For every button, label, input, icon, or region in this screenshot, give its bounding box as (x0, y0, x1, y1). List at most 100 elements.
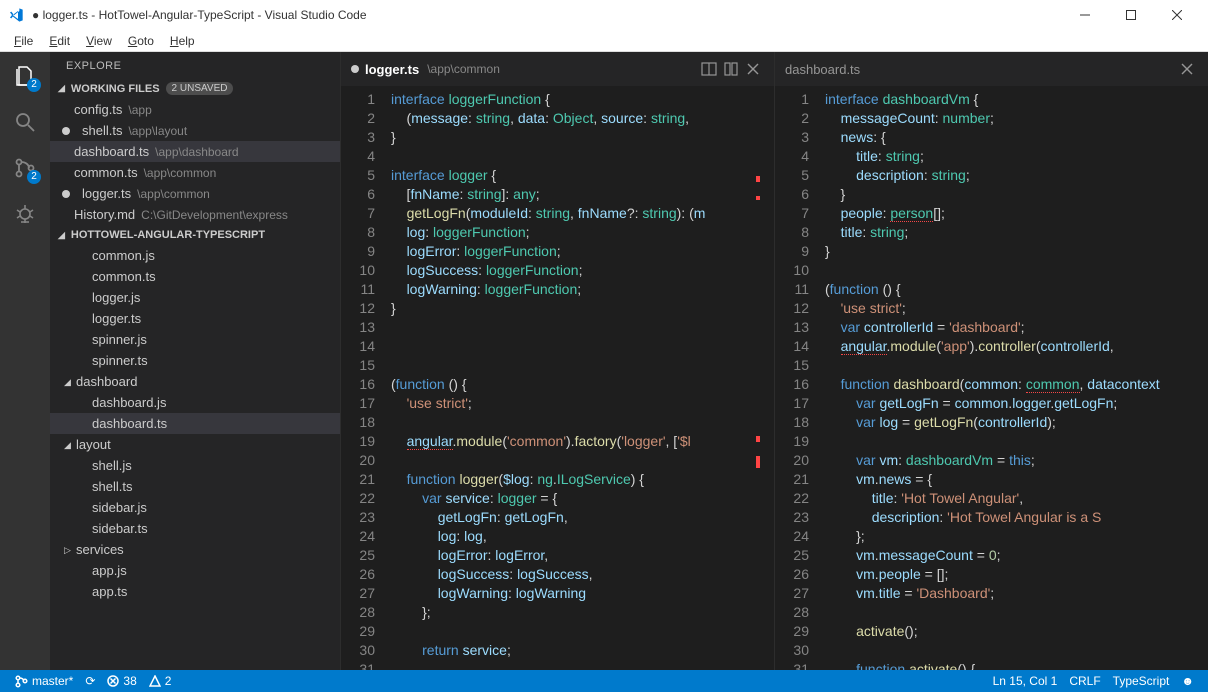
menu-file[interactable]: File (6, 34, 41, 48)
minimap[interactable] (760, 86, 774, 670)
tab-dashboard[interactable]: dashboard.ts (785, 62, 860, 77)
code-line[interactable]: 12} (341, 299, 705, 318)
code-line[interactable]: 29 activate(); (775, 622, 1160, 641)
code-line[interactable]: 16(function () { (341, 375, 705, 394)
code-line[interactable]: 13 (341, 318, 705, 337)
code-line[interactable]: 30 (775, 641, 1160, 660)
code-line[interactable]: 27 vm.title = 'Dashboard'; (775, 584, 1160, 603)
code-editor-left[interactable]: 1interface loggerFunction {2 (message: s… (341, 86, 774, 670)
working-file-item[interactable]: logger.ts \app\common (50, 183, 340, 204)
split-editor-icon[interactable] (698, 58, 720, 80)
code-line[interactable]: 6 [fnName: string]: any; (341, 185, 705, 204)
file-item[interactable]: app.ts (50, 581, 340, 602)
explorer-icon[interactable]: 2 (11, 62, 39, 90)
status-branch[interactable]: master* (8, 674, 79, 688)
code-line[interactable]: 23 description: 'Hot Towel Angular is a … (775, 508, 1160, 527)
code-line[interactable]: 31 function activate() { (775, 660, 1160, 670)
working-file-item[interactable]: History.md C:\GitDevelopment\express (50, 204, 340, 225)
code-line[interactable]: 26 vm.people = []; (775, 565, 1160, 584)
folder-item[interactable]: ◢dashboard (50, 371, 340, 392)
project-header[interactable]: ◢ HOTTOWEL-ANGULAR-TYPESCRIPT (50, 225, 340, 245)
working-file-item[interactable]: dashboard.ts \app\dashboard (50, 141, 340, 162)
code-line[interactable]: 31 (341, 660, 705, 670)
code-line[interactable]: 13 var controllerId = 'dashboard'; (775, 318, 1160, 337)
code-line[interactable]: 19 angular.module('common').factory('log… (341, 432, 705, 451)
working-file-item[interactable]: shell.ts \app\layout (50, 120, 340, 141)
code-line[interactable]: 8 log: loggerFunction; (341, 223, 705, 242)
code-line[interactable]: 10 logSuccess: loggerFunction; (341, 261, 705, 280)
file-item[interactable]: sidebar.ts (50, 518, 340, 539)
code-line[interactable]: 20 (341, 451, 705, 470)
file-item[interactable]: logger.js (50, 287, 340, 308)
code-line[interactable]: 11(function () { (775, 280, 1160, 299)
compare-icon[interactable] (720, 58, 742, 80)
working-files-header[interactable]: ◢ WORKING FILES 2 UNSAVED (50, 78, 340, 99)
menu-help[interactable]: Help (162, 34, 203, 48)
code-line[interactable]: 4 title: string; (775, 147, 1160, 166)
code-line[interactable]: 22 var service: logger = { (341, 489, 705, 508)
status-language[interactable]: TypeScript (1107, 674, 1176, 688)
code-line[interactable]: 26 logSuccess: logSuccess, (341, 565, 705, 584)
code-line[interactable]: 14 (341, 337, 705, 356)
code-line[interactable]: 24 log: log, (341, 527, 705, 546)
code-line[interactable]: 15 (775, 356, 1160, 375)
code-line[interactable]: 22 title: 'Hot Towel Angular', (775, 489, 1160, 508)
file-item[interactable]: spinner.js (50, 329, 340, 350)
tab-logger[interactable]: logger.ts \app\common (351, 62, 500, 77)
code-line[interactable]: 11 logWarning: loggerFunction; (341, 280, 705, 299)
code-line[interactable]: 29 (341, 622, 705, 641)
code-line[interactable]: 12 'use strict'; (775, 299, 1160, 318)
code-line[interactable]: 20 var vm: dashboardVm = this; (775, 451, 1160, 470)
file-item[interactable]: shell.ts (50, 476, 340, 497)
status-warnings[interactable]: 2 (143, 674, 178, 688)
status-sync[interactable]: ⟳ (79, 674, 101, 688)
status-feedback-icon[interactable]: ☻ (1175, 674, 1200, 688)
code-line[interactable]: 15 (341, 356, 705, 375)
code-line[interactable]: 19 (775, 432, 1160, 451)
code-line[interactable]: 7 getLogFn(moduleId: string, fnName?: st… (341, 204, 705, 223)
code-line[interactable]: 8 title: string; (775, 223, 1160, 242)
file-item[interactable]: logger.ts (50, 308, 340, 329)
code-line[interactable]: 21 vm.news = { (775, 470, 1160, 489)
code-line[interactable]: 1interface dashboardVm { (775, 90, 1160, 109)
maximize-button[interactable] (1108, 0, 1154, 30)
code-line[interactable]: 4 (341, 147, 705, 166)
code-line[interactable]: 9 logError: loggerFunction; (341, 242, 705, 261)
code-line[interactable]: 7 people: person[]; (775, 204, 1160, 223)
working-file-item[interactable]: common.ts \app\common (50, 162, 340, 183)
minimap[interactable] (1194, 86, 1208, 670)
code-line[interactable]: 3} (341, 128, 705, 147)
code-line[interactable]: 17 'use strict'; (341, 394, 705, 413)
code-line[interactable]: 18 (341, 413, 705, 432)
close-editor-icon[interactable] (742, 58, 764, 80)
code-line[interactable]: 1interface loggerFunction { (341, 90, 705, 109)
menu-goto[interactable]: Goto (120, 34, 162, 48)
code-line[interactable]: 21 function logger($log: ng.ILogService)… (341, 470, 705, 489)
file-item[interactable]: app.js (50, 560, 340, 581)
code-line[interactable]: 5 description: string; (775, 166, 1160, 185)
code-line[interactable]: 18 var log = getLogFn(controllerId); (775, 413, 1160, 432)
file-item[interactable]: common.js (50, 245, 340, 266)
folder-item[interactable]: ◢layout (50, 434, 340, 455)
code-line[interactable]: 28 (775, 603, 1160, 622)
code-line[interactable]: 28 }; (341, 603, 705, 622)
close-button[interactable] (1154, 0, 1200, 30)
code-line[interactable]: 23 getLogFn: getLogFn, (341, 508, 705, 527)
status-cursor-pos[interactable]: Ln 15, Col 1 (987, 674, 1064, 688)
source-control-icon[interactable]: 2 (11, 154, 39, 182)
close-editor-icon[interactable] (1176, 58, 1198, 80)
file-item[interactable]: sidebar.js (50, 497, 340, 518)
folder-item[interactable]: ▷services (50, 539, 340, 560)
code-line[interactable]: 25 vm.messageCount = 0; (775, 546, 1160, 565)
code-line[interactable]: 9} (775, 242, 1160, 261)
code-editor-right[interactable]: 1interface dashboardVm {2 messageCount: … (775, 86, 1208, 670)
code-line[interactable]: 5interface logger { (341, 166, 705, 185)
status-eol[interactable]: CRLF (1063, 674, 1106, 688)
code-line[interactable]: 27 logWarning: logWarning (341, 584, 705, 603)
code-line[interactable]: 2 messageCount: number; (775, 109, 1160, 128)
code-line[interactable]: 25 logError: logError, (341, 546, 705, 565)
code-line[interactable]: 16 function dashboard(common: common, da… (775, 375, 1160, 394)
minimize-button[interactable] (1062, 0, 1108, 30)
menu-view[interactable]: View (78, 34, 120, 48)
code-line[interactable]: 2 (message: string, data: Object, source… (341, 109, 705, 128)
